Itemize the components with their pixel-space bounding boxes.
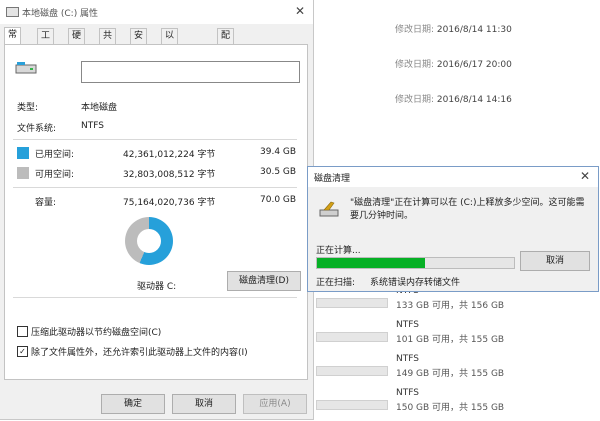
general-panel: 类型: 本地磁盘 文件系统: NTFS 已用空间: 42,361,012,224… bbox=[4, 44, 308, 380]
file-row-3-modified[interactable]: 修改日期: 2016/8/14 14:16 bbox=[395, 92, 512, 105]
drive-row-2[interactable]: NTFS 101 GB 可用，共 155 GB bbox=[316, 320, 536, 346]
capacity-label: 容量: bbox=[35, 198, 57, 208]
computing-label: 正在计算... bbox=[316, 246, 361, 256]
capacity-bytes: 75,164,020,736 字节 bbox=[123, 198, 216, 208]
drive-row-4[interactable]: NTFS 150 GB 可用，共 155 GB bbox=[316, 388, 536, 414]
close-icon[interactable]: ✕ bbox=[580, 169, 590, 183]
close-icon[interactable]: ✕ bbox=[295, 4, 305, 18]
cleanup-title: 磁盘清理 bbox=[314, 174, 351, 184]
properties-title: 本地磁盘 (C:) 属性 bbox=[22, 9, 99, 19]
ok-button[interactable]: 确定 bbox=[101, 394, 165, 414]
cleanup-message: "磁盘清理"正在计算可以在 (C:)上释放多少空间。这可能需要几分钟时间。 bbox=[350, 198, 585, 221]
index-checkbox[interactable]: ✓ bbox=[17, 346, 28, 357]
drive-usage-bar bbox=[316, 298, 388, 308]
cleanup-titlebar[interactable]: 磁盘清理 ✕ bbox=[308, 167, 598, 187]
drive-icon bbox=[6, 7, 19, 17]
properties-dialog: 本地磁盘 (C:) 属性 ✕ 常规 工具 硬件 共享 安全 以前的版本 配额 类… bbox=[0, 0, 314, 420]
tab-quota[interactable]: 配额 bbox=[217, 28, 235, 56]
cancel-button[interactable]: 取消 bbox=[172, 394, 236, 414]
compress-label: 压缩此驱动器以节约磁盘空间(C) bbox=[31, 328, 162, 338]
index-label: 除了文件属性外，还允许索引此驱动器上文件的内容(I) bbox=[31, 348, 248, 358]
drive-icon bbox=[15, 62, 37, 74]
drive-name-input[interactable] bbox=[81, 61, 300, 83]
free-space-label: 可用空间: bbox=[35, 170, 75, 180]
type-value: 本地磁盘 bbox=[81, 103, 118, 113]
broom-icon bbox=[319, 201, 339, 217]
filesystem-label: 文件系统: bbox=[17, 124, 57, 134]
capacity-gb: 70.0 GB bbox=[260, 195, 297, 205]
scanning-item: 系统错误内存转储文件 bbox=[370, 278, 461, 288]
free-space-gb: 30.5 GB bbox=[260, 167, 297, 177]
scanning-label: 正在扫描: bbox=[316, 278, 356, 288]
properties-titlebar[interactable]: 本地磁盘 (C:) 属性 ✕ bbox=[0, 0, 313, 24]
cleanup-progress-bar bbox=[316, 257, 515, 269]
used-space-label: 已用空间: bbox=[35, 150, 75, 160]
tab-previous-versions[interactable]: 以前的版本 bbox=[161, 28, 179, 101]
free-space-swatch bbox=[17, 167, 29, 179]
disk-cleanup-button[interactable]: 磁盘清理(D) bbox=[227, 271, 301, 291]
drive-usage-bar bbox=[316, 366, 388, 376]
file-row-2-modified[interactable]: 修改日期: 2016/6/17 20:00 bbox=[395, 57, 512, 70]
drive-label: 驱动器 C: bbox=[137, 282, 177, 292]
free-space-bytes: 32,803,008,512 字节 bbox=[123, 170, 216, 180]
progress-fill bbox=[317, 258, 426, 268]
used-space-bytes: 42,361,012,224 字节 bbox=[123, 150, 216, 160]
tab-security[interactable]: 安全 bbox=[130, 28, 148, 56]
filesystem-value: NTFS bbox=[81, 121, 104, 131]
file-row-1-modified[interactable]: 修改日期: 2016/8/14 11:30 bbox=[395, 22, 512, 35]
donut-hole bbox=[137, 229, 161, 253]
divider bbox=[13, 139, 297, 140]
divider bbox=[13, 187, 297, 188]
used-space-swatch bbox=[17, 147, 29, 159]
tab-sharing[interactable]: 共享 bbox=[99, 28, 117, 56]
divider bbox=[13, 297, 297, 298]
disk-cleanup-dialog: 磁盘清理 ✕ "磁盘清理"正在计算可以在 (C:)上释放多少空间。这可能需要几分… bbox=[307, 166, 599, 292]
drive-row-3[interactable]: NTFS 149 GB 可用，共 155 GB bbox=[316, 354, 536, 380]
drive-usage-bar bbox=[316, 400, 388, 410]
drive-usage-bar bbox=[316, 332, 388, 342]
tab-tools[interactable]: 工具 bbox=[37, 28, 55, 56]
apply-button[interactable]: 应用(A) bbox=[243, 394, 307, 414]
tab-hardware[interactable]: 硬件 bbox=[68, 28, 86, 56]
used-space-gb: 39.4 GB bbox=[260, 147, 297, 157]
compress-checkbox[interactable] bbox=[17, 326, 28, 337]
tab-general[interactable]: 常规 bbox=[4, 27, 22, 55]
cleanup-cancel-button[interactable]: 取消 bbox=[520, 251, 590, 271]
type-label: 类型: bbox=[17, 103, 39, 113]
